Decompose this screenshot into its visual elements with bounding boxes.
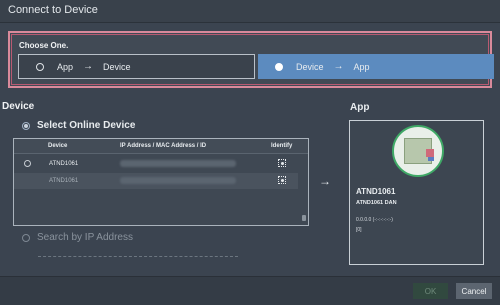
col-identify: Identify [271,143,293,149]
choose-one-group: Choose One. App → Device Device → App [8,31,494,88]
select-online-label: Select Online Device [37,120,136,131]
app-card: ATND1061 ATND1061 DAN 0.0.0.0 (-:-:-:-:-… [349,120,484,265]
cancel-button[interactable]: Cancel [456,283,492,299]
row-radio[interactable] [24,160,31,167]
device-image [392,125,444,177]
choose-one-label: Choose One. [19,41,69,50]
ip-address-field-placeholder [38,256,238,258]
select-online-device-option[interactable]: Select Online Device [22,120,135,131]
search-by-ip-label: Search by IP Address [37,232,133,243]
option-b-from: Device [296,61,324,72]
device-name: ATND1061 [49,178,79,184]
table-row[interactable]: ATND1061 [14,156,298,172]
app-id: [0] [356,227,362,233]
app-device-name: ATND1061 [356,187,396,196]
ok-button[interactable]: OK [413,283,448,299]
app-version: 0.0.0.0 (-:-:-:-:-:-) [356,217,393,223]
chip-icon [428,157,434,161]
col-ip-mac-id: IP Address / MAC Address / ID [120,143,207,149]
identify-icon[interactable] [278,159,286,167]
device-panel: Device Select Online Device Device IP Ad… [2,98,341,268]
title-bar: Connect to Device [0,0,500,23]
search-by-ip-option[interactable]: Search by IP Address [22,232,133,243]
app-section-title: App [350,102,370,113]
option-a-from: App [57,61,74,72]
scrollbar-thumb[interactable] [302,215,306,221]
app-device-subtitle: ATND1061 DAN [356,200,397,206]
dialog-footer: OK Cancel [0,276,500,305]
radio-device-to-app[interactable] [275,62,283,71]
device-section-title: Device [2,101,35,112]
redacted-address [120,177,236,184]
redacted-address [120,160,236,167]
option-a-to: Device [103,61,131,72]
arrow-right-icon: → [319,174,331,188]
table-header: Device IP Address / MAC Address / ID Ide… [14,139,308,154]
radio-select-online[interactable] [22,121,30,130]
option-app-to-device[interactable]: App → Device [18,54,255,79]
arrow-right-icon: → [333,61,344,72]
device-name: ATND1061 [49,161,79,167]
table-row[interactable]: ATND1061 [14,173,298,189]
option-device-to-app[interactable]: Device → App [258,54,494,79]
chip-icon [426,149,434,157]
online-device-table: Device IP Address / MAC Address / ID Ide… [13,138,309,226]
radio-app-to-device[interactable] [36,62,44,71]
option-b-to: App [353,61,370,72]
window-title: Connect to Device [8,4,98,16]
arrow-right-icon: → [83,61,94,72]
col-device: Device [48,143,68,149]
identify-icon[interactable] [278,176,286,184]
radio-search-by-ip[interactable] [22,233,30,242]
